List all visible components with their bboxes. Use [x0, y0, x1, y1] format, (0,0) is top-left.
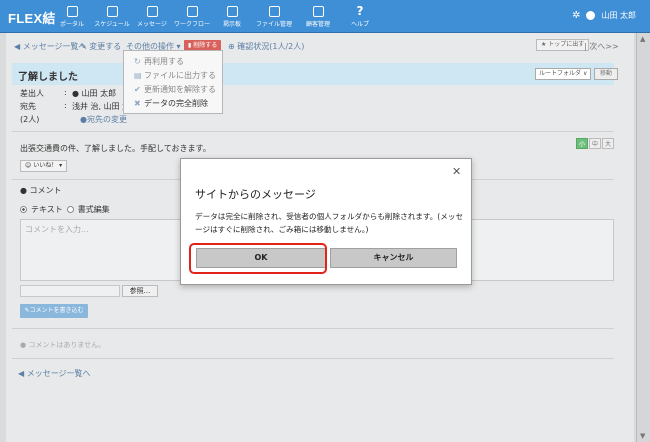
close-icon[interactable]: ✕	[452, 165, 461, 178]
dialog-message: データは完全に削除され、受信者の個人フォルダからも削除されます。(メッセージはす…	[195, 212, 464, 234]
dialog-title: サイトからのメッセージ	[195, 188, 316, 201]
cancel-button[interactable]: キャンセル	[330, 248, 457, 268]
dialog-overlay: ✕ サイトからのメッセージ データは完全に削除され、受信者の個人フォルダからも削…	[0, 0, 650, 442]
ok-highlight-annotation	[189, 243, 327, 274]
